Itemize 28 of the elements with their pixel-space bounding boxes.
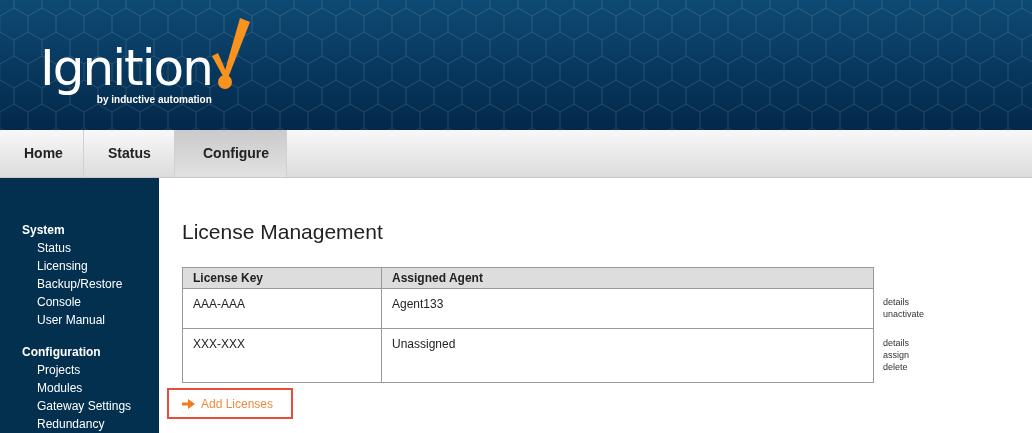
sidebar-section-title: Configuration [22,344,101,361]
logo-tagline: by inductive automation [96,94,212,106]
column-header: License Key [182,267,382,289]
sidebar-link[interactable]: Backup/Restore [22,275,123,293]
sidebar-link[interactable]: Gateway Settings [22,397,132,415]
page-title: License Management [182,219,384,245]
sidebar-link[interactable]: Console [22,293,82,311]
row-action-link[interactable]: unactivate [883,308,925,320]
table-cell: Unassigned [381,328,874,383]
table-cell: XXX-XXX [182,328,382,383]
sidebar-link[interactable]: Licensing [22,257,88,275]
sidebar-link[interactable]: User Manual [22,311,106,329]
row-action-link[interactable]: details [883,296,925,308]
column-header: Assigned Agent [381,267,874,289]
nav-tab[interactable]: Configure [175,130,287,177]
table-cell: Agent133 [381,288,874,329]
row-action-link[interactable]: assign [883,349,925,361]
sidebar-link[interactable]: Status [22,239,72,257]
logo-wordmark: Ignition [40,42,212,94]
row-action-link[interactable]: delete [883,361,925,373]
sidebar-link[interactable]: Modules [22,379,83,397]
nav-tab[interactable]: Home [0,130,84,177]
sidebar-link[interactable]: Projects [22,361,81,379]
row-action-link[interactable]: details [883,337,925,349]
table-cell: AAA-AAA [182,288,382,329]
arrow-right-icon [182,397,195,410]
sidebar-link[interactable]: Redundancy [22,415,105,433]
sidebar-section-title: System [22,222,65,239]
